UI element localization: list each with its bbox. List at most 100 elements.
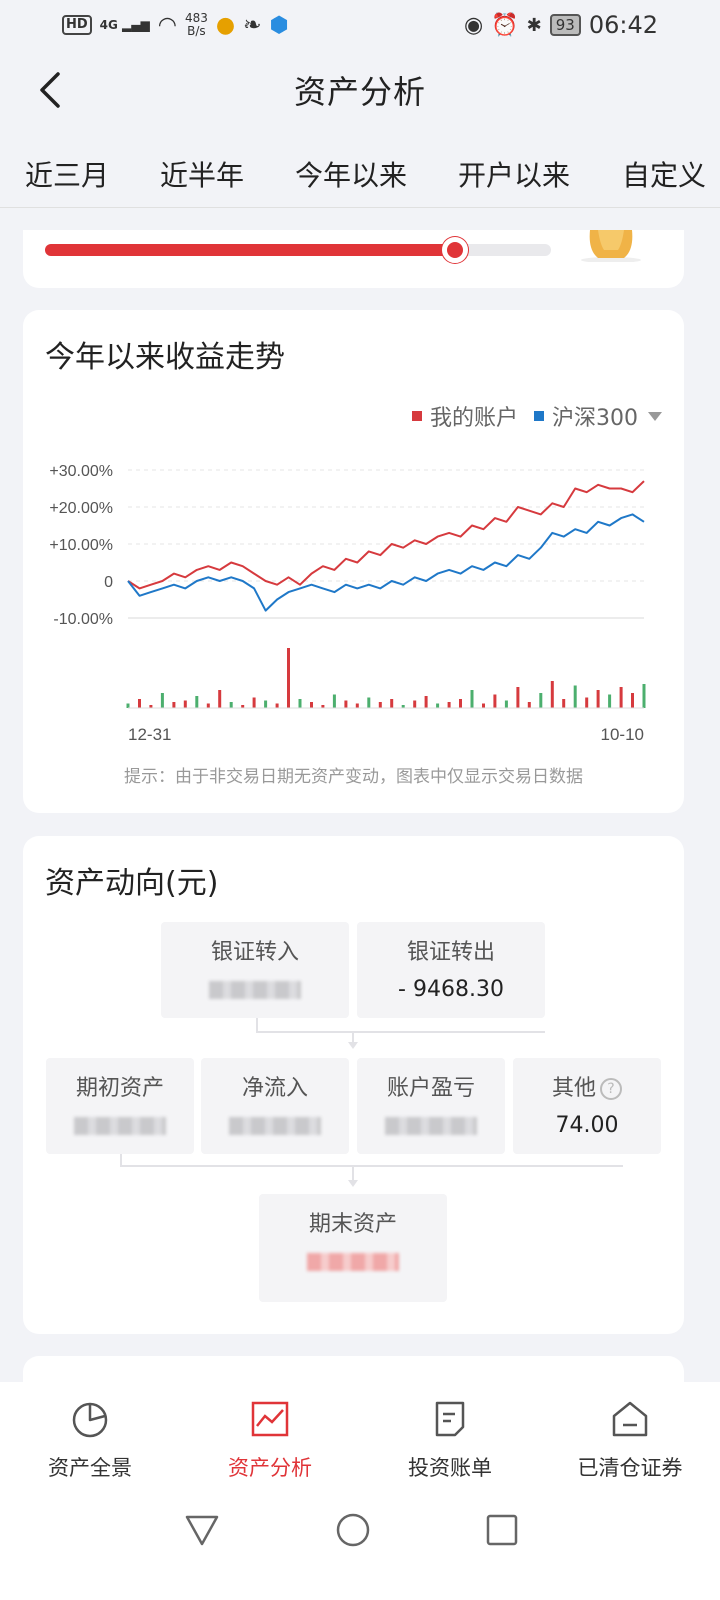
pnl-box: 账户盈亏: [357, 1058, 505, 1154]
y-tick-label: -10.00%: [53, 611, 113, 628]
opening-assets-value: [46, 1112, 194, 1140]
volume-bar: [172, 702, 176, 708]
net-inflow-label: 净流入: [241, 1076, 308, 1101]
home-circle-icon[interactable]: [335, 1512, 371, 1548]
volume-bar: [378, 702, 382, 708]
nav-investment-bill[interactable]: 投资账单: [360, 1382, 540, 1500]
dropdown-caret-icon[interactable]: [648, 411, 662, 421]
bank-in-value: [161, 976, 349, 1004]
bank-out-value: - 9468.30: [398, 977, 504, 1002]
status-bar: HD 4G ▂▄▆ ◠ 483 B/s ● ❧ ⬢ ◉ ⏰ ✱ 93 06:42: [0, 0, 720, 50]
clock: 06:42: [588, 11, 658, 39]
tab-half-year[interactable]: 近半年: [160, 154, 244, 194]
asset-flow-card: 资产动向(元) 银证转入 银证转出 - 9468.30 期初资产 净流入 账户盈…: [23, 836, 684, 1334]
closing-assets-value: [259, 1248, 447, 1276]
volume-bar: [585, 697, 589, 708]
bill-icon: [435, 1401, 465, 1437]
other-box: 其他? 74.00: [513, 1058, 661, 1154]
y-tick-label: +20.00%: [49, 500, 113, 517]
volume-bar: [562, 699, 566, 708]
volume-bar: [218, 690, 222, 708]
volume-bar: [195, 696, 199, 708]
nav-asset-overview-label: 资产全景: [48, 1456, 132, 1480]
tab-custom[interactable]: 自定义: [622, 154, 706, 194]
ranking-card: [23, 230, 684, 288]
volume-bar: [332, 694, 336, 708]
volume-bar: [355, 703, 359, 708]
tab-since-opening[interactable]: 开户以来: [458, 154, 570, 194]
chart-legend[interactable]: 我的账户 沪深300: [411, 400, 662, 432]
y-tick-label: +30.00%: [49, 463, 113, 480]
page-title: 资产分析: [293, 73, 426, 111]
signal-icon: 4G ▂▄▆: [99, 18, 150, 32]
volume-bar: [550, 681, 554, 708]
system-nav-bar: [0, 1500, 720, 1600]
volume-bar: [504, 700, 508, 708]
opening-assets-label: 期初资产: [75, 1076, 164, 1101]
volume-bar: [275, 703, 279, 708]
masked-value: [209, 981, 301, 999]
bluetooth-icon: ✱: [526, 14, 542, 36]
volume-bar: [459, 699, 462, 708]
nav-asset-analysis[interactable]: 资产分析: [180, 1382, 360, 1500]
legend-my-account: 我的账户: [411, 400, 518, 432]
volume-bar: [447, 702, 451, 708]
volume-bar: [516, 687, 520, 708]
tab-year-to-date[interactable]: 今年以来: [295, 154, 407, 194]
volume-bar: [298, 699, 302, 708]
rank-progress-bar: [45, 237, 551, 263]
volume-bar: [367, 697, 371, 708]
pnl-label: 账户盈亏: [386, 1076, 475, 1101]
bottom-nav: 资产全景 资产分析 投资账单 已清仓证券: [0, 1382, 720, 1500]
series-line-hs300: [127, 513, 645, 612]
header: 资产分析: [0, 50, 720, 130]
nav-cleared-securities[interactable]: 已清仓证券: [540, 1382, 720, 1500]
volume-bar: [470, 690, 474, 708]
masked-value: [229, 1117, 321, 1135]
legend-hs300-label: 沪深300: [552, 406, 638, 431]
tab-3-months[interactable]: 近三月: [25, 154, 109, 194]
hd-badge: HD: [62, 15, 92, 35]
return-trend-chart: +30.00% +20.00% +10.00% 0 -10.00% 12-31 10-10: [49, 463, 646, 744]
recents-square-icon[interactable]: [484, 1512, 520, 1548]
net-inflow-value: [201, 1112, 349, 1140]
nav-cleared-securities-label: 已清仓证券: [577, 1456, 683, 1480]
volume-bar: [527, 702, 531, 708]
volume-bar: [596, 690, 600, 708]
nav-asset-overview[interactable]: 资产全景: [0, 1382, 180, 1500]
period-tabs: 近三月 近半年 今年以来 开户以来 自定义: [0, 130, 720, 208]
shield-icon: ⬢: [269, 12, 289, 38]
volume-bar: [138, 699, 141, 708]
net-speed: 483 B/s: [184, 11, 208, 38]
pie-chart-icon: [72, 1402, 108, 1438]
masked-value: [385, 1117, 477, 1135]
back-triangle-icon[interactable]: [184, 1512, 220, 1548]
bank-in-box: 银证转入: [161, 922, 349, 1018]
bank-in-label: 银证转入: [210, 940, 299, 965]
legend-hs300[interactable]: 沪深300: [534, 400, 662, 432]
volume-bar: [160, 693, 164, 708]
volume-bar: [183, 700, 187, 708]
bank-out-label: 银证转出: [406, 940, 495, 965]
battery-icon: 93: [549, 14, 581, 36]
other-value: 74.00: [555, 1113, 619, 1138]
legend-my-account-label: 我的账户: [429, 406, 518, 431]
help-icon[interactable]: ?: [600, 1078, 622, 1100]
trend-card: 今年以来收益走势 我的账户 沪深300 +30.00% +20.00% +10.00…: [23, 310, 684, 813]
volume-bar: [413, 700, 417, 708]
eye-icon: ◉: [464, 12, 484, 38]
volume-bar: [126, 703, 130, 708]
volume-bar: [539, 693, 543, 708]
volume-bar: [631, 693, 634, 708]
mascot-illustration: [581, 230, 641, 262]
back-icon[interactable]: [32, 70, 72, 110]
volume-bar: [642, 684, 646, 708]
volume-bar: [206, 703, 210, 708]
volume-bar: [608, 694, 612, 708]
alarm-icon: ⏰: [491, 12, 519, 38]
other-label: 其他?: [513, 1070, 661, 1102]
legend-red-dot: [411, 411, 422, 421]
bank-out-box: 银证转出 - 9468.30: [357, 922, 545, 1018]
opening-assets-box: 期初资产: [46, 1058, 194, 1154]
volume-bar: [310, 702, 313, 708]
